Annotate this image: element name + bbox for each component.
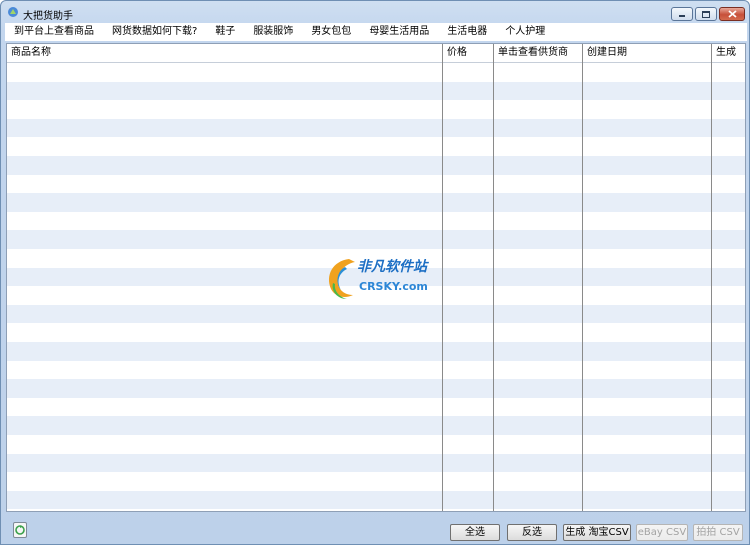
table-row[interactable] xyxy=(7,416,745,435)
table-row[interactable] xyxy=(7,81,745,101)
table-row[interactable] xyxy=(7,304,745,324)
table-row[interactable] xyxy=(7,230,745,249)
watermark-subtitle: CRSKY.com xyxy=(359,280,428,293)
table-row[interactable] xyxy=(7,379,745,398)
menu-item-bags[interactable]: 男女包包 xyxy=(302,23,360,41)
column-divider xyxy=(582,44,583,511)
table-row[interactable] xyxy=(7,156,745,175)
column-header-price[interactable]: 价格 xyxy=(443,44,494,63)
menu-item-how-to-download[interactable]: 网货数据如何下载? xyxy=(103,23,206,41)
table-row[interactable] xyxy=(7,118,745,138)
table-row[interactable] xyxy=(7,397,745,417)
menu-bar: 到平台上查看商品 网货数据如何下载? 鞋子 服装服饰 男女包包 母婴生活用品 生… xyxy=(5,23,747,41)
menu-item-personal-care[interactable]: 个人护理 xyxy=(496,23,554,41)
close-button[interactable] xyxy=(719,7,745,21)
table-row[interactable] xyxy=(7,193,745,212)
menu-item-clothing[interactable]: 服装服饰 xyxy=(244,23,302,41)
product-table[interactable]: 商品名称 价格 单击查看供货商 创建日期 生成 非凡软件站 CRSKY.com xyxy=(6,43,746,512)
column-divider xyxy=(493,44,494,511)
menu-item-appliances[interactable]: 生活电器 xyxy=(438,23,496,41)
table-row[interactable] xyxy=(7,137,745,156)
maximize-icon xyxy=(702,10,710,18)
generate-taobao-csv-button[interactable]: 生成 淘宝CSV xyxy=(563,524,631,541)
close-icon xyxy=(727,10,737,18)
table-row[interactable] xyxy=(7,100,745,119)
table-row[interactable] xyxy=(7,342,745,361)
table-row[interactable] xyxy=(7,490,745,510)
menu-item-view-on-platform[interactable]: 到平台上查看商品 xyxy=(5,23,103,41)
select-all-button[interactable]: 全选 xyxy=(450,524,500,541)
bottom-toolbar: 全选 反选 生成 淘宝CSV eBay CSV 拍拍 CSV xyxy=(1,513,749,545)
menu-item-baby-goods[interactable]: 母婴生活用品 xyxy=(360,23,438,41)
watermark-title: 非凡软件站 xyxy=(357,259,427,275)
watermark-logo: 非凡软件站 CRSKY.com xyxy=(319,253,445,303)
column-divider xyxy=(711,44,712,511)
column-header-created-date[interactable]: 创建日期 xyxy=(583,44,712,63)
app-window: 大把货助手 到平台上查看商品 网货数据如何下载? 鞋子 服装服饰 男女包包 母婴… xyxy=(0,0,750,545)
table-row[interactable] xyxy=(7,63,745,82)
table-row[interactable] xyxy=(7,323,745,342)
paipai-csv-button[interactable]: 拍拍 CSV xyxy=(693,524,743,541)
table-row[interactable] xyxy=(7,360,745,380)
minimize-button[interactable] xyxy=(671,7,693,21)
recycle-icon[interactable] xyxy=(13,522,27,538)
column-header-supplier[interactable]: 单击查看供货商 xyxy=(494,44,583,63)
minimize-icon xyxy=(679,15,685,17)
ebay-csv-button[interactable]: eBay CSV xyxy=(636,524,688,541)
table-row[interactable] xyxy=(7,211,745,231)
title-bar[interactable]: 大把货助手 xyxy=(1,1,749,23)
table-row[interactable] xyxy=(7,472,745,491)
menu-item-shoes[interactable]: 鞋子 xyxy=(206,23,244,41)
maximize-button[interactable] xyxy=(695,7,717,21)
table-row[interactable] xyxy=(7,435,745,454)
invert-selection-button[interactable]: 反选 xyxy=(507,524,557,541)
recycle-glyph-icon xyxy=(15,525,25,535)
table-row[interactable] xyxy=(7,453,745,473)
window-title: 大把货助手 xyxy=(23,11,73,22)
app-icon xyxy=(8,7,18,17)
table-row[interactable] xyxy=(7,174,745,194)
table-header: 商品名称 价格 单击查看供货商 创建日期 生成 xyxy=(7,44,745,63)
column-header-generate[interactable]: 生成 xyxy=(712,44,745,63)
column-header-product-name[interactable]: 商品名称 xyxy=(7,44,443,63)
